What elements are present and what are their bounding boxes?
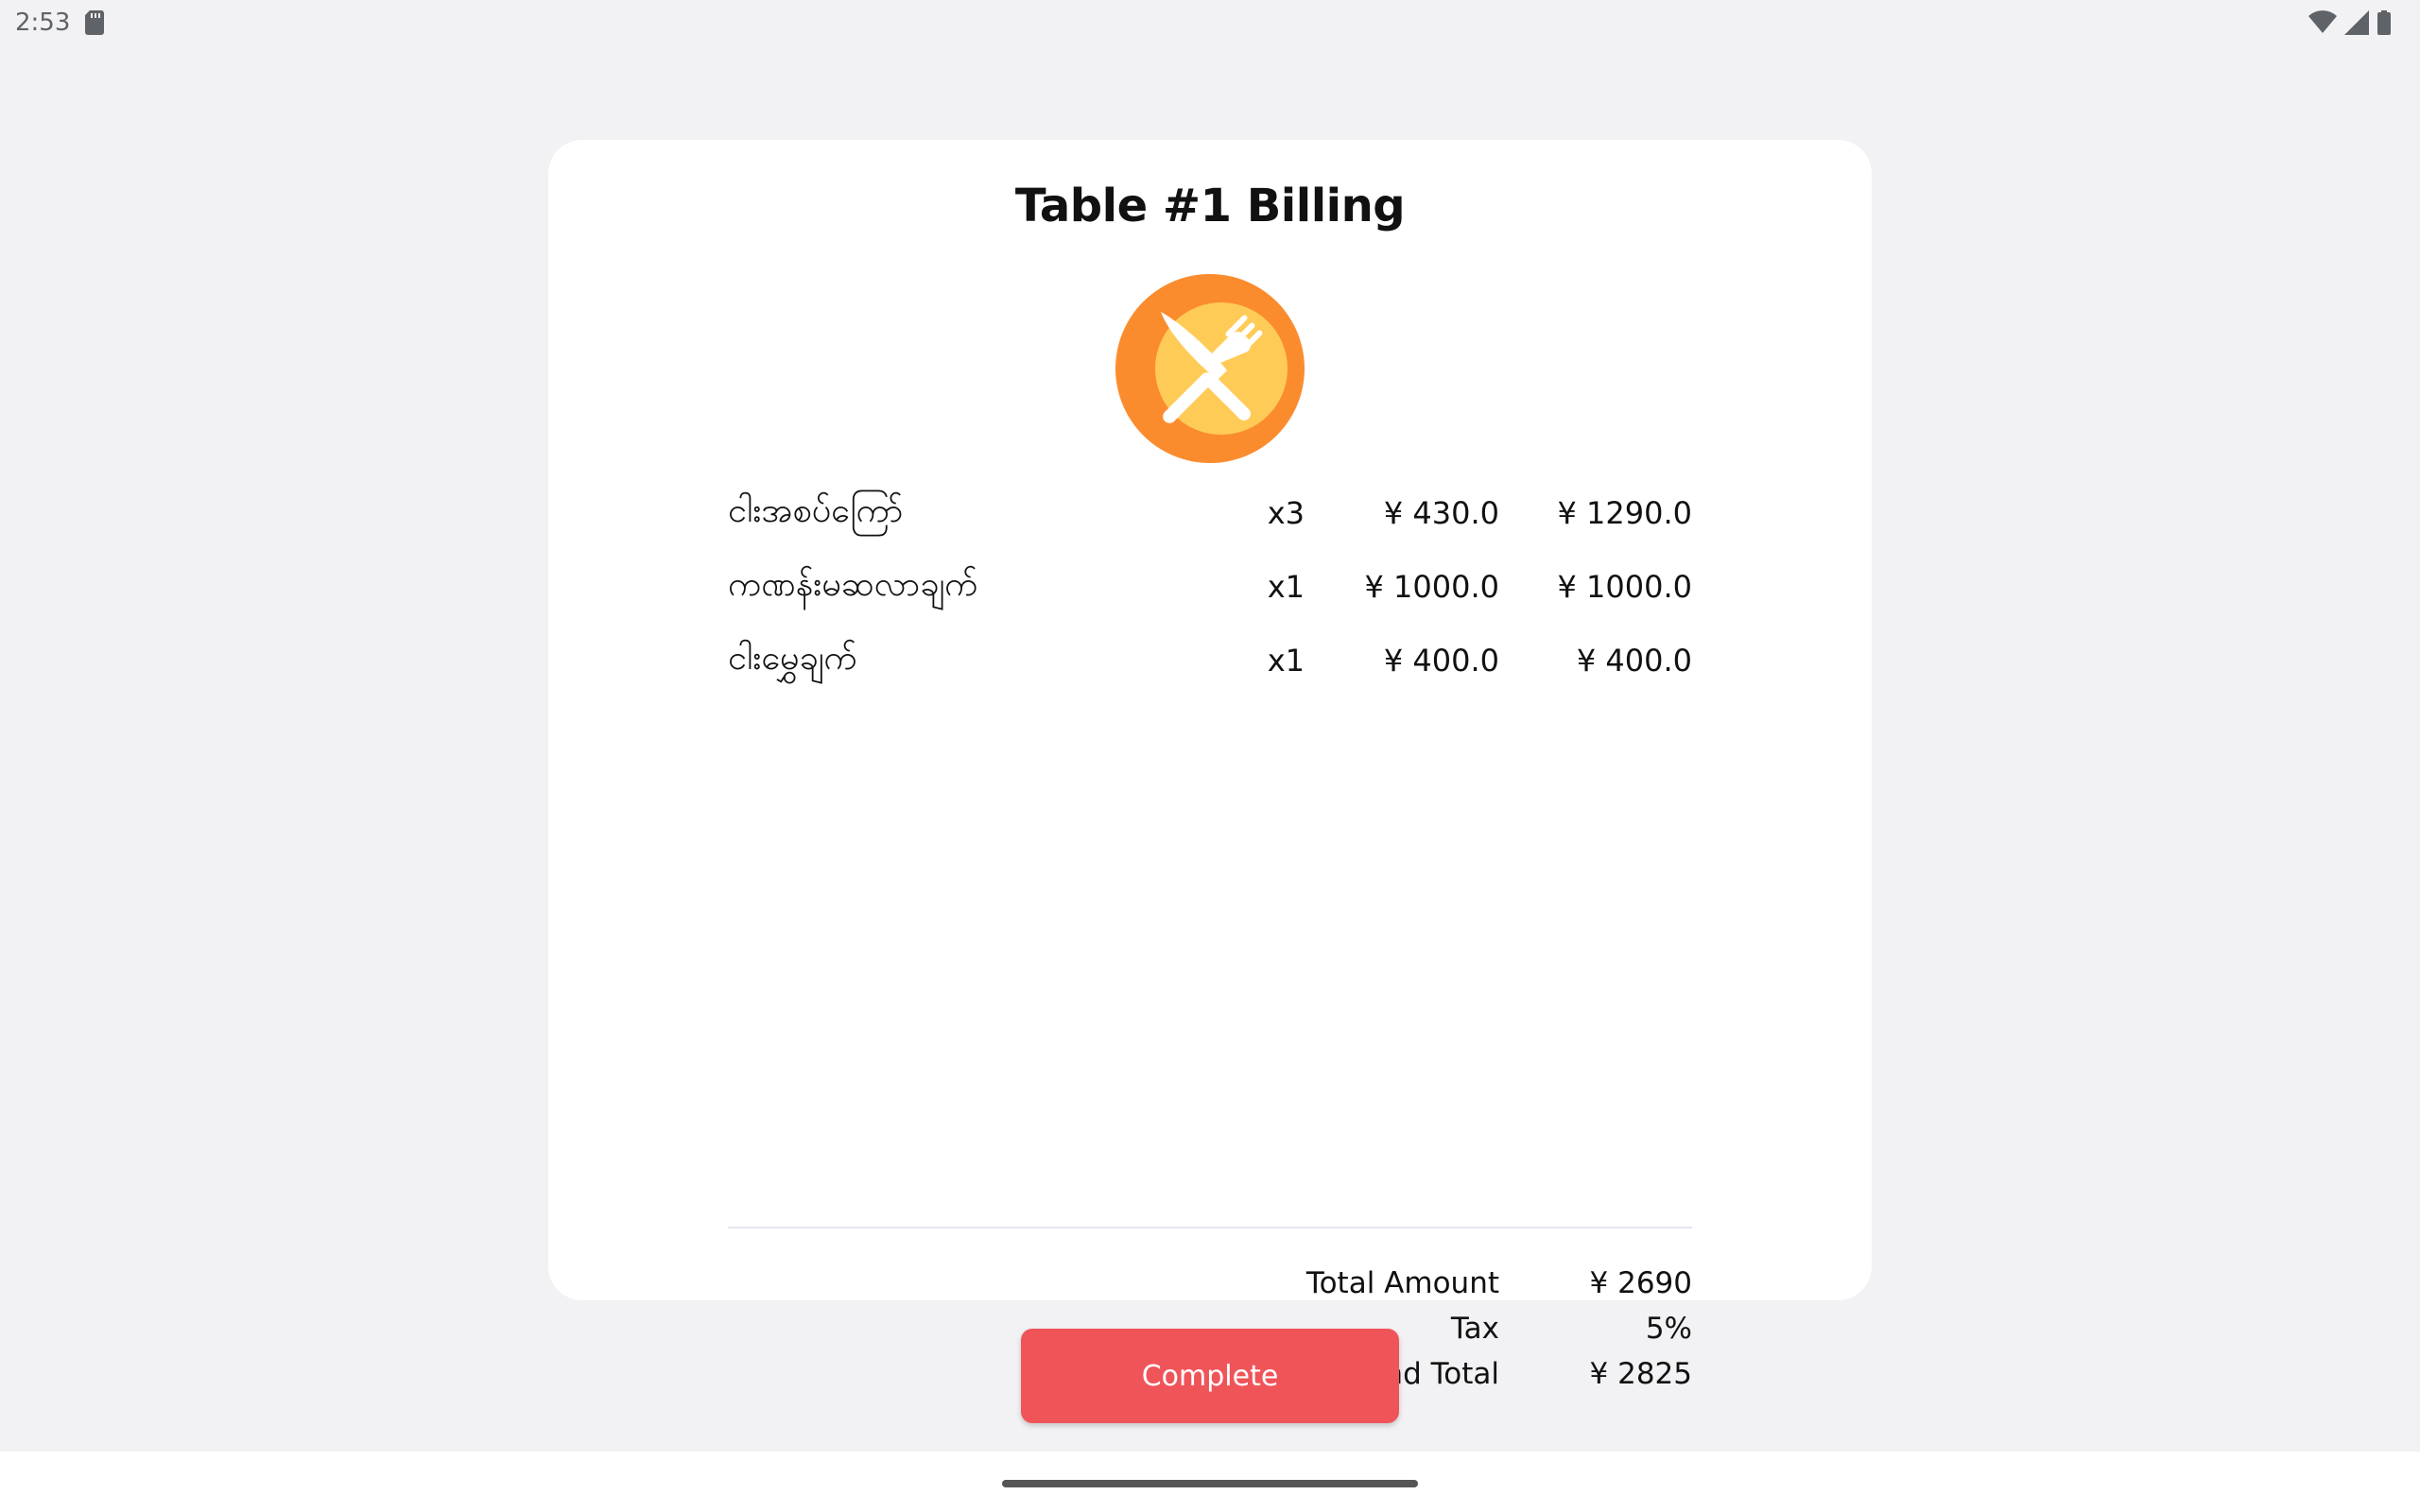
total-amount-value: ¥ 2690 (1589, 1266, 1692, 1300)
cell-signal-icon (2344, 10, 2369, 35)
divider (728, 1227, 1692, 1228)
item-unit-price: ¥ 1000.0 (1364, 569, 1500, 605)
list-item: ငါးအစပ်ကြော် x3 ¥ 430.0 ¥ 1290.0 (728, 488, 1692, 561)
home-indicator[interactable] (1002, 1480, 1418, 1487)
navigation-bar (0, 1452, 2420, 1512)
item-line-total: ¥ 1290.0 (1557, 495, 1693, 531)
status-bar-right (2308, 10, 2392, 35)
billing-title: Table #1 Billing (1014, 180, 1406, 232)
item-quantity: x1 (1267, 643, 1305, 679)
item-name: ငါးအစပ်ကြော် (728, 491, 904, 530)
tax-value: 5% (1645, 1312, 1692, 1346)
wifi-icon (2308, 10, 2337, 33)
list-item: ကဏန်းမဆလာချက် x1 ¥ 1000.0 ¥ 1000.0 (728, 561, 1692, 635)
status-time: 2:53 (15, 9, 71, 37)
item-unit-price: ¥ 400.0 (1383, 643, 1499, 679)
status-bar-left: 2:53 (15, 9, 105, 37)
grand-total-value: ¥ 2825 (1589, 1357, 1692, 1391)
list-item: ငါးမွှေချက် x1 ¥ 400.0 ¥ 400.0 (728, 635, 1692, 709)
bill-items-list: ငါးအစပ်ကြော် x3 ¥ 430.0 ¥ 1290.0 ကဏန်းမဆ… (728, 488, 1692, 709)
complete-button[interactable]: Complete (1021, 1329, 1399, 1423)
sd-card-icon (85, 10, 105, 35)
billing-card: Table #1 Billing ငါးအစပ်ကြော် x3 ¥ 430.0… (548, 140, 1872, 1391)
item-quantity: x1 (1267, 569, 1305, 605)
total-amount-label: Total Amount (1305, 1266, 1499, 1300)
item-name: ငါးမွှေချက် (728, 639, 857, 678)
item-line-total: ¥ 400.0 (1576, 643, 1692, 679)
status-bar: 2:53 (0, 0, 2420, 45)
item-unit-price: ¥ 430.0 (1383, 495, 1499, 531)
total-amount-row: Total Amount ¥ 2690 (728, 1266, 1692, 1312)
item-quantity: x3 (1267, 495, 1305, 531)
restaurant-fork-knife-icon (1115, 274, 1305, 463)
battery-icon (2377, 10, 2391, 35)
tax-label: Tax (1450, 1312, 1499, 1346)
item-name: ကဏန်းမဆလာချက် (728, 565, 978, 604)
item-line-total: ¥ 1000.0 (1557, 569, 1693, 605)
